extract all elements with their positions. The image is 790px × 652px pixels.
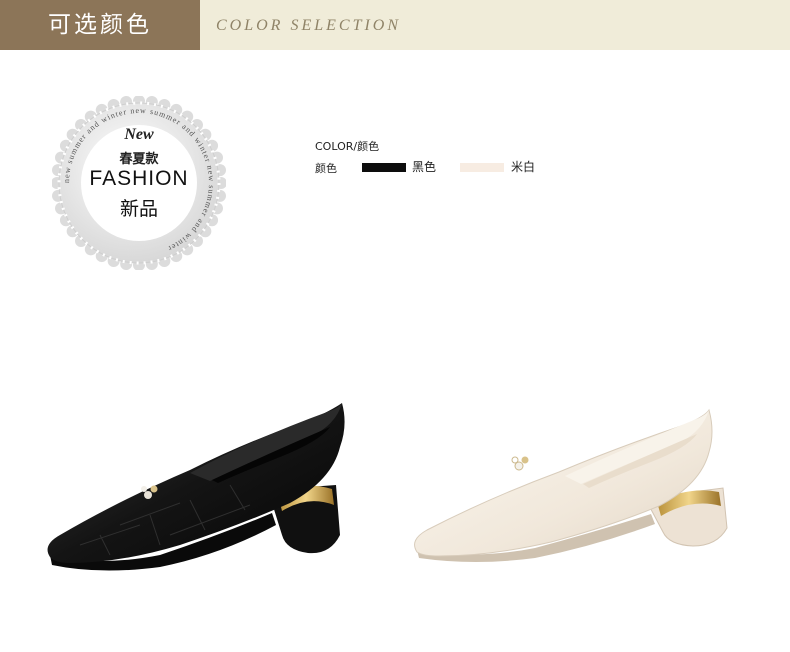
header-title-cn: 可选颜色 xyxy=(48,12,152,38)
badge-new-text: New xyxy=(124,126,154,143)
badge-new-product-text: 新品 xyxy=(119,198,158,220)
swatch-white-label: 米白 xyxy=(511,160,536,174)
color-title: COLOR/颜色 xyxy=(315,140,380,153)
swatch-black-label: 黑色 xyxy=(412,160,437,174)
badge-fashion-text: FASHION xyxy=(89,167,189,190)
section-header: 可选颜色 COLOR SELECTION xyxy=(0,0,790,50)
color-row-label: 颜色 xyxy=(315,162,337,175)
swatch-white[interactable] xyxy=(460,163,504,172)
white-shoe-image xyxy=(414,408,728,562)
header-title-en: COLOR SELECTION xyxy=(216,17,402,34)
new-fashion-badge: new summer and winter new summer and win… xyxy=(52,96,226,270)
badge-season-text: 春夏款 xyxy=(119,152,159,167)
black-shoe-image xyxy=(47,403,345,571)
swatch-black[interactable] xyxy=(362,163,406,172)
